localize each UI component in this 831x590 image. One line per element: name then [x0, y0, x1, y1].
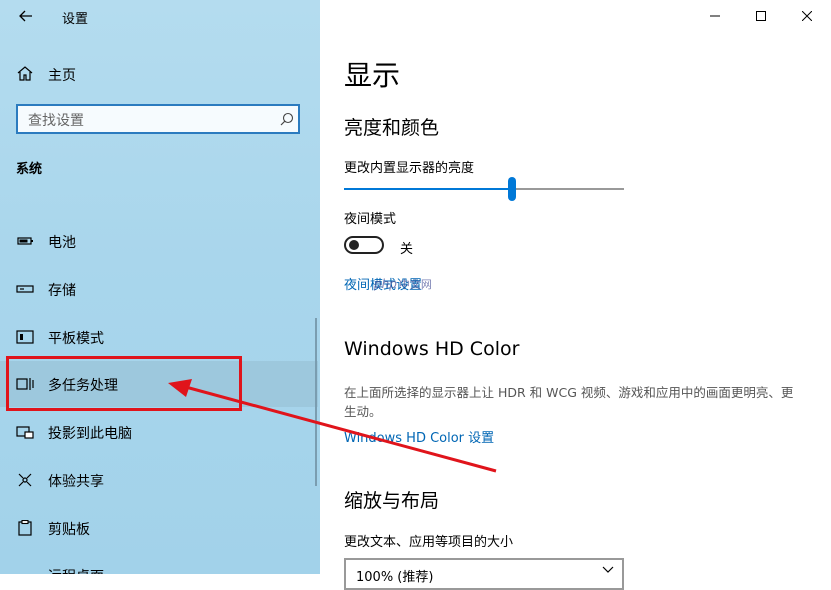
sidebar-item-remote-desktop[interactable]: 远程桌面	[0, 552, 318, 574]
scale-dropdown-value: 100% (推荐)	[356, 570, 434, 585]
maximize-button[interactable]	[738, 0, 784, 32]
brightness-slider-thumb[interactable]	[508, 177, 516, 201]
tablet-mode-icon	[16, 330, 34, 344]
sidebar-item-clipboard[interactable]: 剪贴板	[0, 505, 318, 551]
sidebar-item-battery[interactable]: 电池	[0, 218, 318, 264]
sidebar-item-label: 平板模式	[48, 331, 104, 347]
sidebar-item-storage[interactable]: 存储	[0, 266, 318, 312]
sidebar: 设置 主页 系统 电池 存储 平板模式 多任务处理 投影到此电脑 体验共享 剪贴…	[0, 0, 320, 574]
app-title: 设置	[62, 12, 89, 27]
brightness-heading: 亮度和颜色	[344, 117, 440, 139]
brightness-slider-fill	[344, 188, 512, 190]
hdr-settings-link[interactable]: Windows HD Color 设置	[344, 427, 494, 446]
hdr-description: 在上面所选择的显示器上让 HDR 和 WCG 视频、游戏和应用中的画面更明亮、更…	[344, 385, 794, 419]
brightness-slider[interactable]	[344, 177, 624, 201]
close-icon	[802, 11, 812, 21]
sidebar-item-label: 投影到此电脑	[48, 426, 132, 442]
night-light-label: 夜间模式	[344, 212, 397, 227]
page-title: 显示	[344, 59, 401, 92]
sidebar-item-multitasking[interactable]: 多任务处理	[0, 361, 318, 407]
minimize-icon	[710, 15, 720, 17]
hdr-heading: Windows HD Color	[344, 338, 520, 360]
sidebar-item-label: 体验共享	[48, 474, 104, 490]
project-icon	[16, 426, 34, 439]
search-icon[interactable]	[280, 112, 294, 126]
night-light-settings-link[interactable]: 夜间模式设置	[344, 274, 422, 293]
search-input[interactable]	[26, 110, 280, 132]
home-icon	[17, 66, 33, 81]
sidebar-item-label: 电池	[48, 235, 76, 251]
home-label: 主页	[48, 68, 76, 84]
scale-label: 更改文本、应用等项目的大小	[344, 535, 514, 550]
maximize-icon	[756, 11, 766, 21]
clipboard-icon	[18, 520, 32, 536]
sidebar-item-home[interactable]: 主页	[0, 58, 320, 88]
section-header: 系统	[16, 162, 43, 177]
close-button[interactable]	[784, 0, 830, 32]
sidebar-item-tablet-mode[interactable]: 平板模式	[0, 314, 318, 360]
sidebar-item-label: 远程桌面	[48, 566, 104, 574]
multitasking-icon	[16, 378, 34, 390]
minimize-button[interactable]	[692, 0, 738, 32]
toggle-knob	[349, 240, 359, 250]
storage-icon	[16, 285, 34, 293]
sidebar-scrollbar[interactable]	[315, 318, 317, 486]
chevron-down-icon	[602, 566, 614, 573]
brightness-slider-label: 更改内置显示器的亮度	[344, 161, 475, 176]
sidebar-item-project[interactable]: 投影到此电脑	[0, 409, 318, 455]
sidebar-item-label: 剪贴板	[48, 522, 90, 538]
sidebar-item-label: 多任务处理	[48, 378, 118, 394]
sidebar-item-shared-experiences[interactable]: 体验共享	[0, 457, 318, 503]
night-light-toggle[interactable]	[344, 236, 384, 254]
scale-heading: 缩放与布局	[344, 490, 440, 512]
back-button[interactable]	[12, 4, 40, 28]
main-content: 显示 亮度和颜色 更改内置显示器的亮度 夜间模式 关 夜间模式设置 Window…	[320, 0, 831, 590]
search-box[interactable]	[16, 104, 300, 134]
shared-experiences-icon	[18, 473, 32, 487]
battery-icon	[17, 237, 33, 245]
back-arrow-icon	[19, 10, 32, 22]
sidebar-item-label: 存储	[48, 283, 76, 299]
scale-dropdown[interactable]: 100% (推荐)	[344, 558, 624, 590]
remote-desktop-icon	[16, 567, 34, 574]
night-light-state: 关	[400, 242, 414, 257]
